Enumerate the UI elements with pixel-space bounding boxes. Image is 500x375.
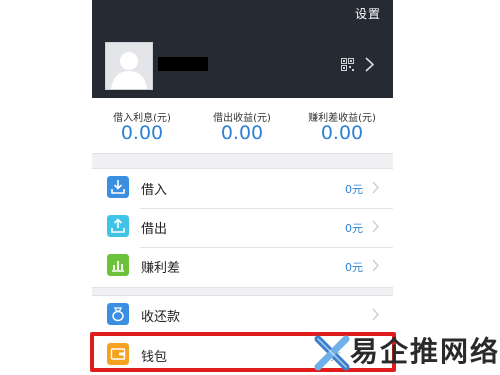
chevron-right-icon	[372, 220, 379, 233]
stat-value: 0.00	[120, 122, 164, 144]
download-icon	[107, 176, 129, 198]
menu-item-amount: 0元	[345, 222, 363, 235]
settings-button[interactable]: 设置	[355, 5, 381, 22]
stat-spread-income: 赚利差收益(元) 0.00	[292, 98, 392, 153]
stat-borrow-interest: 借入利息(元) 0.00	[92, 98, 192, 153]
chevron-right-icon	[372, 181, 379, 194]
menu-item-label: 借入	[141, 183, 168, 198]
menu-item-amount: 0元	[345, 261, 363, 274]
chevron-right-icon	[372, 259, 379, 272]
chart-icon	[107, 254, 129, 276]
stat-lend-income: 借出收益(元) 0.00	[192, 98, 292, 153]
menu-item-spread[interactable]: 赚利差 0元	[92, 247, 393, 287]
menu-item-label: 借出	[141, 222, 168, 237]
stat-value: 0.00	[320, 122, 364, 144]
menu-item-label: 收还款	[141, 310, 181, 325]
menu-item-label: 赚利差	[141, 261, 181, 276]
menu-item-lend[interactable]: 借出 0元	[92, 208, 393, 248]
default-avatar-icon	[106, 43, 152, 89]
menu-group-transactions: 借入 0元 借出 0元 赚利差 0元	[92, 168, 393, 288]
chevron-right-icon	[372, 308, 379, 321]
watermark-text: 易企推网络	[350, 335, 500, 368]
earnings-summary: 借入利息(元) 0.00 借出收益(元) 0.00 赚利差收益(元) 0.00	[92, 98, 393, 154]
menu-item-amount: 0元	[345, 183, 363, 196]
avatar[interactable]	[105, 42, 153, 90]
username-redacted	[158, 57, 208, 71]
money-bag-icon	[107, 303, 129, 325]
phone-screen: 设置 借入利息(元) 0.00 借出收益(元) 0.00 赚利差收益(元) 0.…	[92, 0, 393, 375]
chevron-right-icon[interactable]	[365, 57, 374, 72]
profile-header: 设置	[92, 0, 393, 98]
qr-code-icon[interactable]	[341, 58, 354, 71]
stat-value: 0.00	[220, 122, 264, 144]
menu-item-borrow[interactable]: 借入 0元	[92, 169, 393, 209]
upload-icon	[107, 215, 129, 237]
